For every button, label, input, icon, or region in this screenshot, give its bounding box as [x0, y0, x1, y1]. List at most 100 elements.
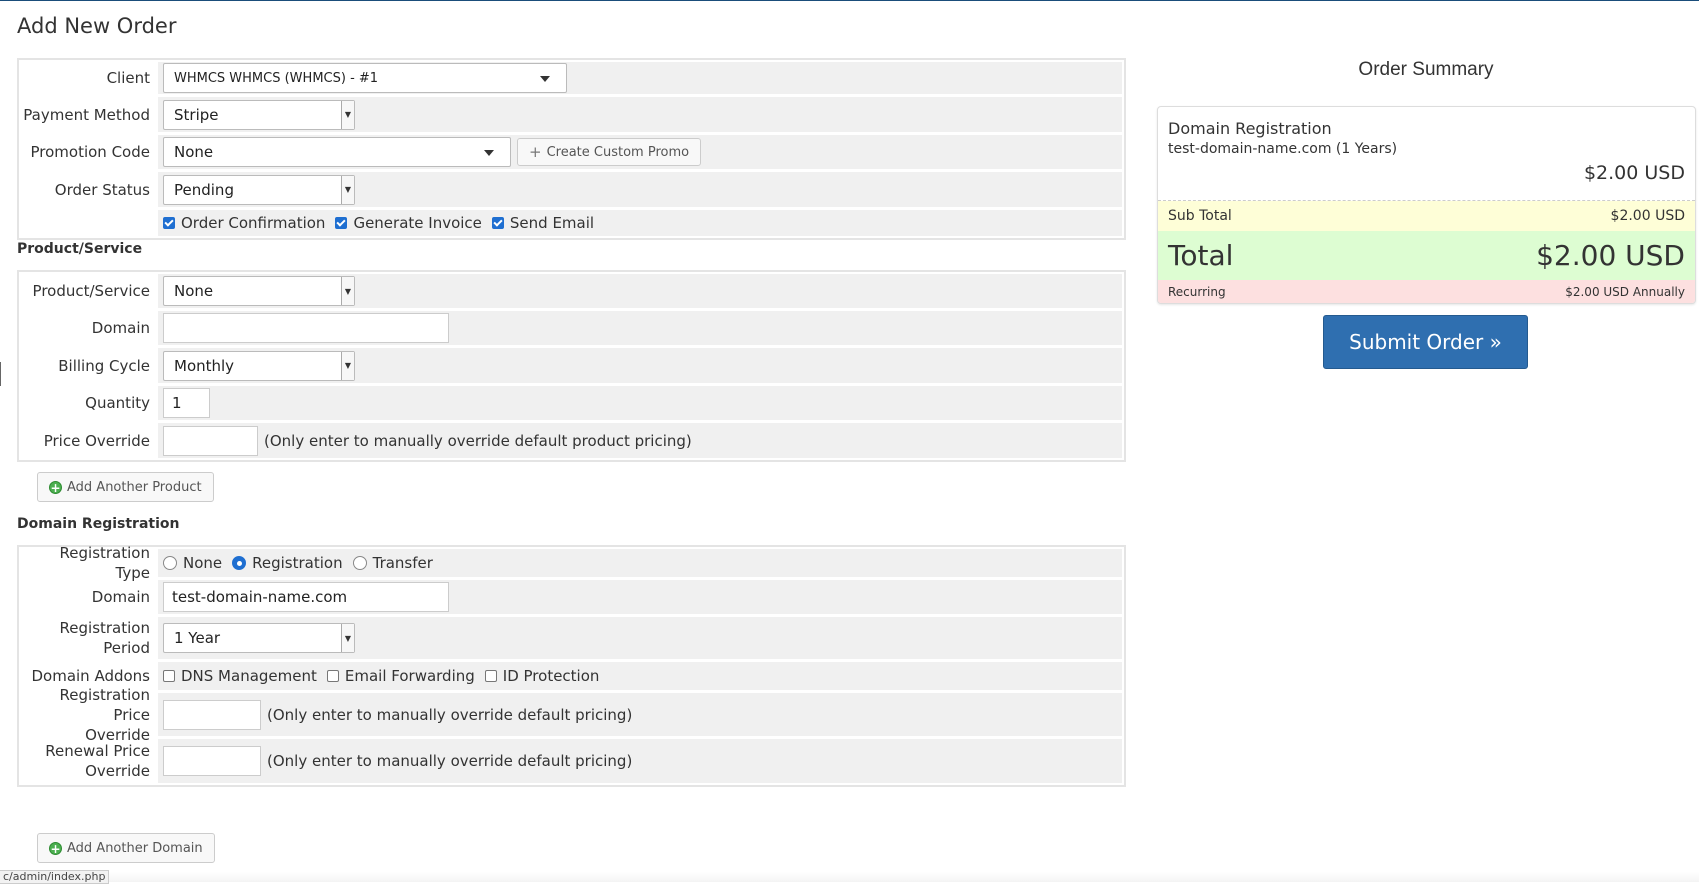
registration-period-label: Registration Period	[21, 617, 158, 659]
order-confirmation-checkbox[interactable]: Order Confirmation	[163, 214, 325, 232]
add-another-domain-button[interactable]: + Add Another Domain	[37, 833, 215, 863]
recurring-value: $2.00 USD Annually	[1565, 285, 1685, 299]
add-circle-icon: +	[49, 841, 62, 856]
payment-method-select[interactable]: Stripe ▼	[163, 99, 355, 130]
registration-price-input[interactable]	[163, 699, 261, 730]
product-service-select[interactable]: None ▼	[163, 276, 355, 306]
total-value: $2.00 USD	[1536, 239, 1685, 272]
registration-type-label: Registration Type	[59, 544, 150, 582]
reg-type-registration-label: Registration	[252, 554, 343, 572]
submit-order-button[interactable]: Submit Order »	[1323, 315, 1528, 369]
total-label: Total	[1168, 239, 1234, 272]
send-email-checkbox[interactable]: Send Email	[491, 214, 594, 232]
add-another-product-label: Add Another Product	[67, 479, 202, 495]
registration-price-hint: (Only enter to manually override default…	[267, 705, 633, 724]
renewal-price-label-line2: Override	[85, 762, 150, 780]
create-custom-promo-label: Create Custom Promo	[546, 144, 690, 160]
checkbox-unchecked-icon	[326, 670, 339, 682]
payment-method-label: Payment Method	[23, 105, 150, 124]
top-border	[0, 0, 1699, 1]
checkbox-checked-icon	[163, 217, 175, 229]
client-label: Client	[106, 69, 150, 87]
id-protection-label: ID Protection	[502, 667, 600, 685]
order-status-label: Order Status	[54, 180, 150, 199]
dns-management-label: DNS Management	[181, 667, 317, 685]
reg-type-transfer-radio[interactable]: Transfer	[352, 554, 433, 572]
page-title: Add New Order	[17, 14, 177, 38]
generate-invoice-label: Generate Invoice	[353, 214, 482, 232]
price-override-label: Price Override	[43, 431, 150, 450]
order-confirmation-label: Order Confirmation	[181, 214, 326, 232]
order-status-value: Pending	[174, 180, 234, 199]
summary-recurring-row: Recurring $2.00 USD Annually	[1158, 280, 1695, 303]
order-summary-title: Order Summary	[1358, 59, 1494, 80]
id-protection-checkbox[interactable]: ID Protection	[484, 667, 600, 685]
summary-item-name: Domain Registration	[1168, 119, 1332, 138]
radio-unselected-icon	[352, 556, 367, 570]
billing-cycle-value: Monthly	[174, 356, 235, 375]
checkbox-unchecked-icon	[484, 670, 497, 682]
dropdown-arrow-icon: ▼	[341, 624, 354, 652]
product-service-value: None	[174, 282, 214, 300]
domain-section-title: Domain Registration	[17, 516, 180, 532]
renewal-price-input[interactable]	[163, 746, 261, 776]
product-service-panel: Product/Service None ▼ Domain Billing Cy…	[17, 270, 1126, 462]
email-forwarding-checkbox[interactable]: Email Forwarding	[326, 667, 475, 685]
dropdown-arrow-icon: ▼	[341, 100, 354, 129]
order-details-panel: Client WHMCS WHMCS (WHMCS) - #1 Payment …	[17, 58, 1126, 240]
registration-period-value: 1 Year	[174, 629, 221, 647]
plus-icon: +	[529, 143, 542, 161]
registration-period-select[interactable]: 1 Year ▼	[163, 623, 355, 653]
chevron-down-icon	[484, 150, 494, 156]
summary-item-price: $2.00 USD	[1583, 162, 1685, 184]
reg-type-none-label: None	[183, 554, 223, 572]
price-override-hint: (Only enter to manually override default…	[264, 431, 692, 450]
billing-cycle-select[interactable]: Monthly ▼	[163, 350, 355, 381]
dns-management-checkbox[interactable]: DNS Management	[163, 667, 317, 685]
bottom-edge	[0, 872, 1699, 882]
reg-type-transfer-label: Transfer	[372, 554, 433, 572]
summary-line-item: Domain Registration test-domain-name.com…	[1158, 107, 1695, 201]
reg-type-registration-radio[interactable]: Registration	[232, 554, 343, 572]
create-custom-promo-button[interactable]: + Create Custom Promo	[517, 138, 702, 166]
payment-method-value: Stripe	[174, 105, 219, 124]
dropdown-arrow-icon: ▼	[341, 277, 354, 305]
price-override-input[interactable]	[163, 425, 258, 456]
quantity-label: Quantity	[85, 394, 150, 412]
order-status-select[interactable]: Pending ▼	[163, 174, 355, 205]
registration-price-label-line1: Registration Price	[59, 685, 150, 724]
renewal-price-label-line1: Renewal Price	[45, 742, 150, 760]
domain-registration-panel: Registration Type None Registration Tran…	[17, 544, 1126, 787]
summary-item-description: test-domain-name.com (1 Years)	[1168, 141, 1398, 157]
add-another-product-button[interactable]: + Add Another Product	[37, 472, 214, 502]
chevron-down-icon	[540, 76, 550, 82]
product-domain-input[interactable]	[163, 313, 449, 343]
generate-invoice-checkbox[interactable]: Generate Invoice	[335, 214, 482, 232]
subtotal-value: $2.00 USD	[1610, 208, 1685, 224]
domain-name-label: Domain	[91, 588, 150, 606]
registration-period-label-line2: Period	[103, 639, 150, 657]
scroll-indicator	[0, 362, 1, 386]
product-domain-label: Domain	[91, 319, 150, 337]
product-section-title: Product/Service	[17, 241, 143, 257]
renewal-price-override-label: Renewal Price Override	[21, 739, 158, 783]
order-summary-box: Domain Registration test-domain-name.com…	[1157, 106, 1696, 304]
domain-name-input[interactable]: test-domain-name.com	[163, 582, 449, 612]
client-value: WHMCS WHMCS (WHMCS) - #1	[174, 70, 379, 86]
promotion-code-select[interactable]: None	[163, 137, 511, 167]
subtotal-label: Sub Total	[1168, 208, 1232, 224]
dropdown-arrow-icon: ▼	[341, 351, 354, 380]
renewal-price-hint: (Only enter to manually override default…	[267, 752, 633, 770]
add-circle-icon: +	[49, 480, 62, 495]
quantity-input[interactable]: 1	[163, 388, 210, 418]
checkbox-checked-icon	[335, 217, 348, 229]
registration-period-label-line1: Registration	[59, 619, 150, 637]
registration-price-override-label: Registration Price Override	[21, 686, 158, 744]
promotion-code-label: Promotion Code	[30, 143, 151, 161]
radio-unselected-icon	[163, 556, 177, 570]
radio-selected-icon	[232, 556, 247, 570]
promotion-code-value: None	[174, 143, 214, 161]
options-label-spacer	[21, 210, 158, 236]
reg-type-none-radio[interactable]: None	[163, 554, 222, 572]
client-select[interactable]: WHMCS WHMCS (WHMCS) - #1	[163, 63, 567, 93]
